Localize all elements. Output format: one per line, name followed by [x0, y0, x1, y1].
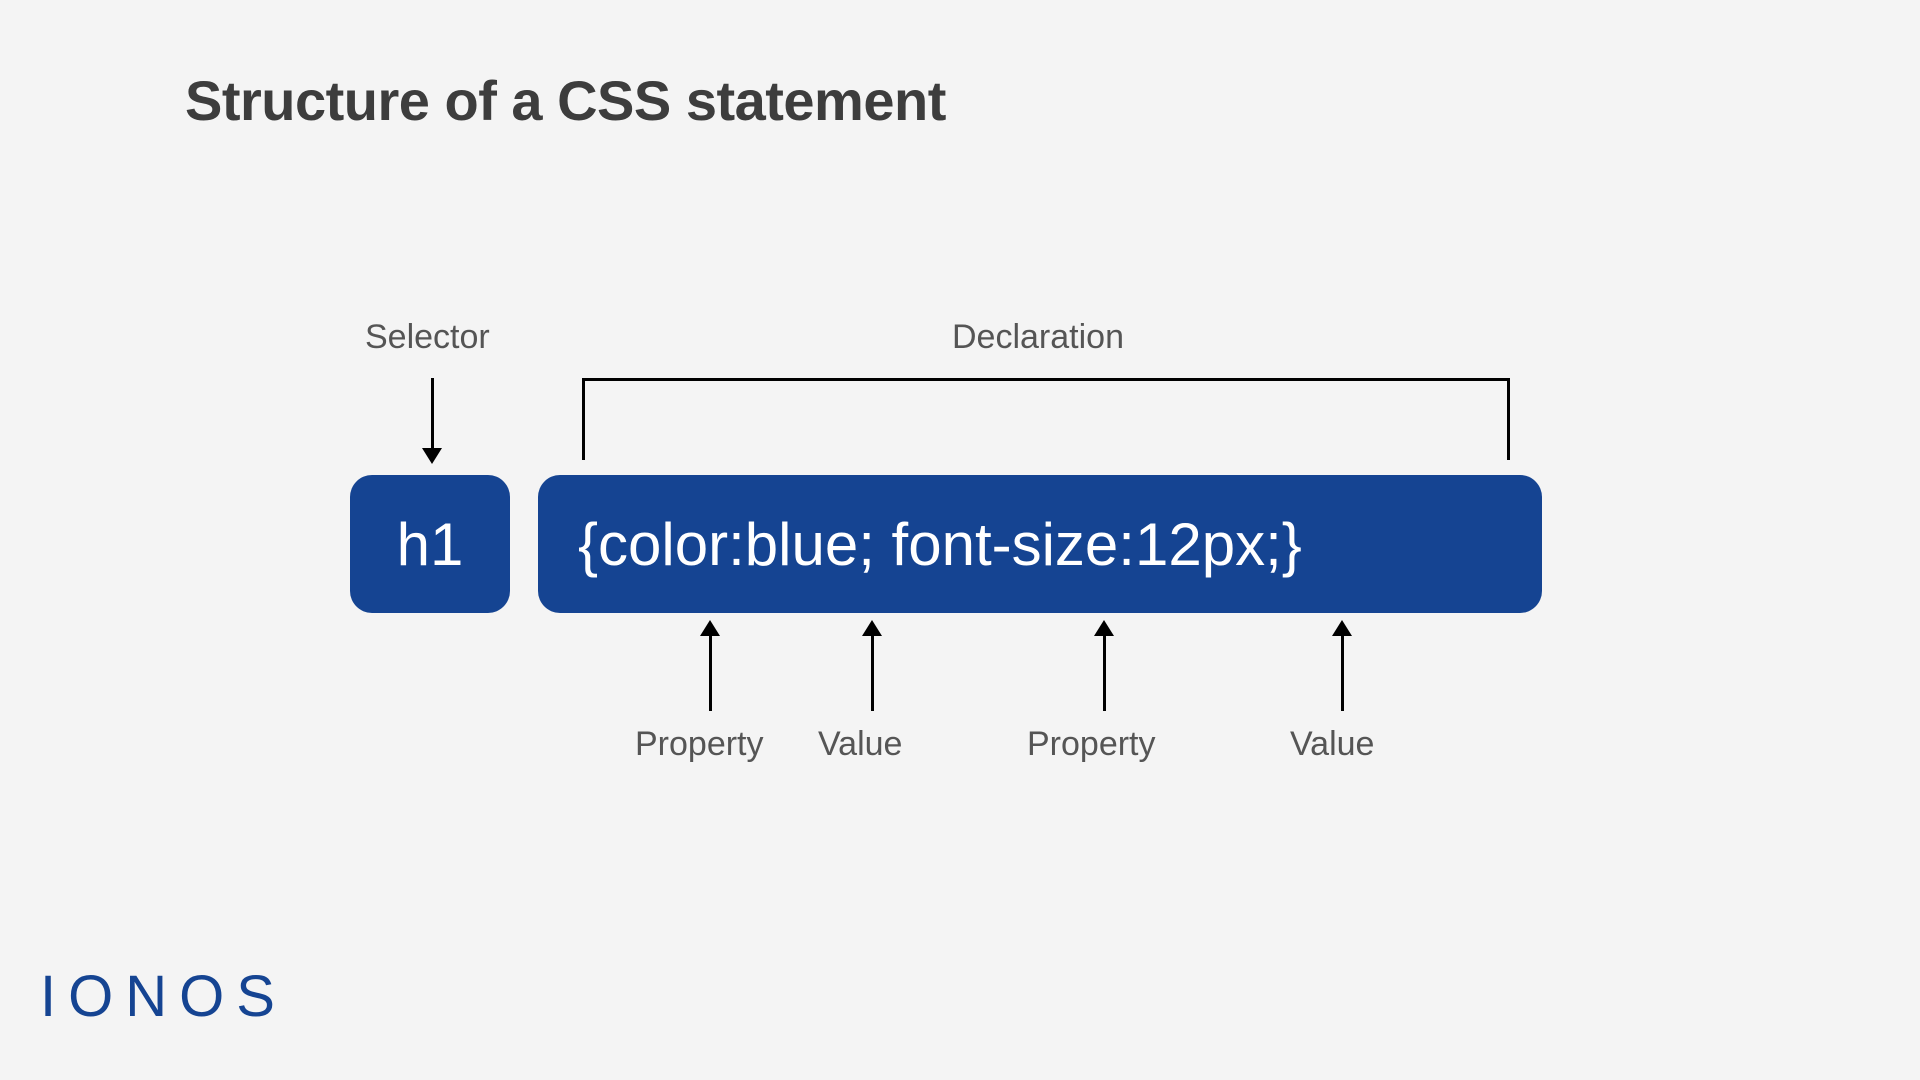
- box-selector: h1: [350, 475, 510, 613]
- arrow-property1: [700, 620, 720, 711]
- brand-logo: IONOS: [40, 963, 287, 1030]
- label-selector: Selector: [365, 318, 490, 357]
- label-property2: Property: [1027, 725, 1156, 764]
- arrow-value1: [862, 620, 882, 711]
- arrow-selector: [422, 378, 442, 464]
- arrow-property2: [1094, 620, 1114, 711]
- box-declaration: {color:blue; font-size:12px;}: [538, 475, 1542, 613]
- label-declaration: Declaration: [952, 318, 1124, 357]
- label-value2: Value: [1290, 725, 1374, 764]
- bracket-declaration: [582, 378, 1510, 460]
- label-value1: Value: [818, 725, 902, 764]
- label-property1: Property: [635, 725, 764, 764]
- arrow-value2: [1332, 620, 1352, 711]
- diagram-title: Structure of a CSS statement: [185, 68, 946, 133]
